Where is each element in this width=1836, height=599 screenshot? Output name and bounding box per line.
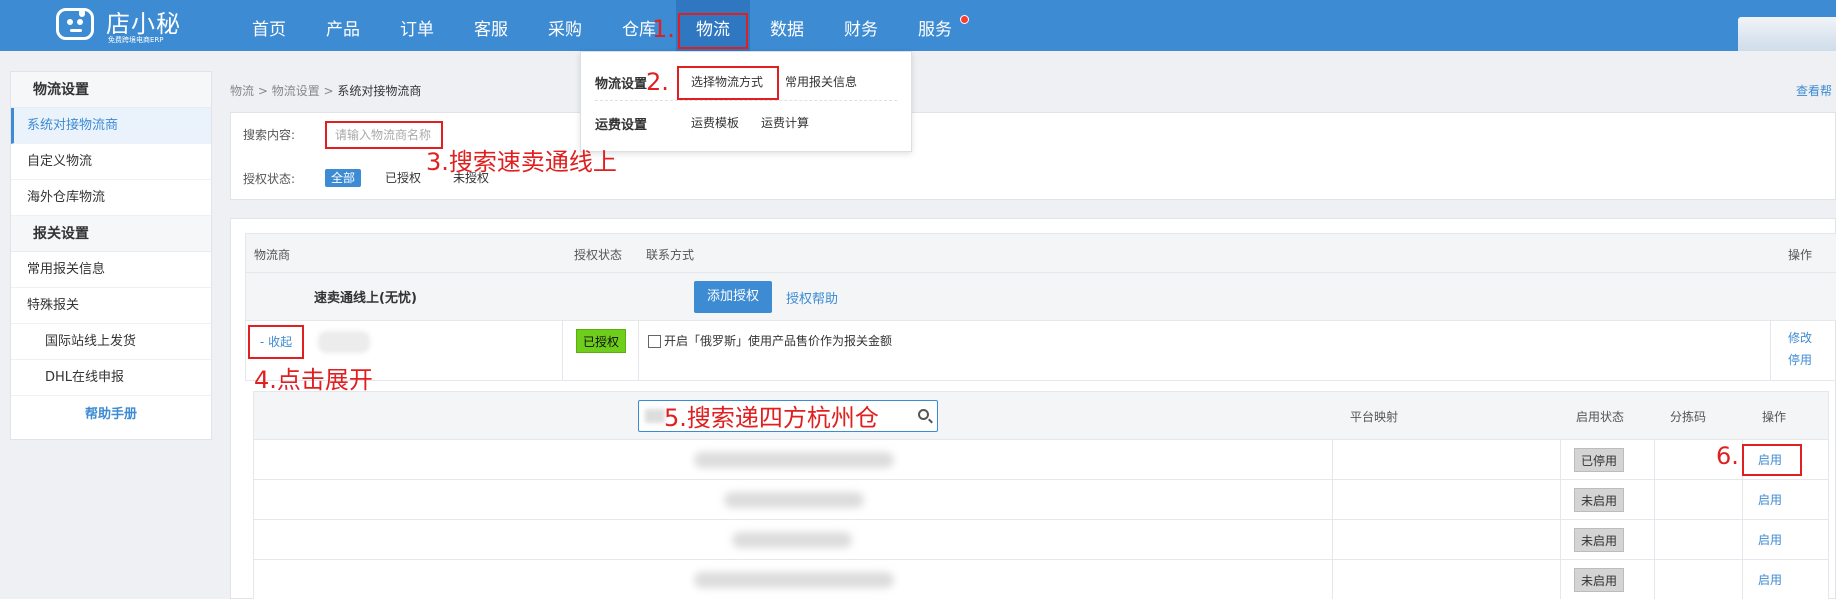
status-badge: 未启用	[1574, 488, 1625, 512]
annotation-box-enable	[1742, 444, 1802, 476]
robot-icon	[56, 8, 94, 40]
nav-products[interactable]: 产品	[306, 0, 380, 51]
th-enable-state: 启用状态	[1576, 410, 1625, 424]
russia-price-checkbox[interactable]	[648, 335, 661, 348]
nav-services[interactable]: 服务	[898, 0, 972, 51]
shipping-method-panel: 平台映射 启用状态 分拣码 操作 已停用 启用 未启用 启用 未启用 启用 未启…	[253, 391, 1829, 599]
annotation-box-logistics-nav	[678, 13, 748, 49]
sidebar-item-special-customs[interactable]: 特殊报关	[11, 288, 211, 324]
th-sub-action: 操作	[1762, 410, 1787, 424]
enable-link[interactable]: 启用	[1758, 491, 1782, 508]
annotation-step3: 3.搜索速卖通线上	[426, 148, 617, 176]
sidebar-item-system-providers[interactable]: 系统对接物流商	[11, 108, 211, 144]
logo-title: 店小秘	[106, 10, 181, 38]
search-icon[interactable]	[918, 409, 929, 420]
view-help-link[interactable]: 查看帮	[1796, 82, 1832, 99]
auth-filter-all[interactable]: 全部	[325, 169, 362, 187]
breadcrumb-logistics[interactable]: 物流	[230, 84, 254, 98]
auth-filter-authorized[interactable]: 已授权	[379, 169, 427, 187]
annotation-step1: 1.	[652, 15, 675, 43]
collapse-toggle[interactable]: - 收起	[248, 325, 304, 359]
menu-item-customs-info[interactable]: 常用报关信息	[785, 73, 857, 90]
app-logo[interactable]: 店小秘 免费跨境电商ERP	[52, 2, 182, 48]
provider-table-panel: 物流商 授权状态 联系方式 操作 速卖通线上(无忧) 添加授权 授权帮助 - 收…	[230, 218, 1836, 599]
add-auth-button[interactable]: 添加授权	[694, 281, 772, 313]
th-provider: 物流商	[254, 248, 291, 262]
sidebar-item-custom-logistics[interactable]: 自定义物流	[11, 144, 211, 180]
table-row: 未启用 启用	[254, 520, 1828, 560]
russia-price-label: 开启「俄罗斯」使用产品售价作为报关金额	[664, 334, 893, 348]
search-label: 搜索内容:	[243, 128, 296, 142]
account-row: - 收起 已授权 开启「俄罗斯」使用产品售价作为报关金额 修改 停用	[245, 321, 1836, 381]
sub-table-header: 平台映射 启用状态 分拣码 操作	[254, 392, 1828, 440]
th-contact: 联系方式	[646, 248, 695, 262]
sidebar-item-overseas-warehouse[interactable]: 海外仓库物流	[11, 180, 211, 216]
annotation-step4: 4.点击展开	[254, 366, 373, 394]
table-row: 已停用 启用	[254, 440, 1828, 480]
account-name-blurred	[318, 331, 370, 353]
sidebar-item-customs-info[interactable]: 常用报关信息	[11, 252, 211, 288]
sidebar-help-manual[interactable]: 帮助手册	[11, 396, 211, 434]
notification-dot-icon	[960, 15, 969, 24]
nav-purchasing[interactable]: 采购	[528, 0, 602, 51]
method-name-blurred	[694, 452, 894, 468]
method-name-blurred	[724, 492, 864, 508]
breadcrumb-sep: >	[319, 84, 338, 98]
nav-home[interactable]: 首页	[232, 0, 306, 51]
top-navbar: 店小秘 免费跨境电商ERP 首页 产品 订单 客服 采购 仓库 物流 数据 财务…	[0, 0, 1836, 51]
annotation-step5: 5.搜索递四方杭州仓	[664, 404, 879, 432]
main-nav: 首页 产品 订单 客服 采购 仓库 物流 数据 财务 服务	[232, 0, 972, 51]
annotation-step2: 2.	[646, 68, 669, 96]
th-sort-code: 分拣码	[1670, 410, 1707, 424]
sidebar-item-dhl[interactable]: DHL在线申报	[11, 360, 211, 396]
table-row: 未启用 启用	[254, 480, 1828, 520]
logo-subtitle: 免费跨境电商ERP	[108, 36, 164, 44]
th-action: 操作	[1788, 248, 1813, 262]
annotation-step6: 6.	[1716, 442, 1739, 470]
nav-customer-service[interactable]: 客服	[454, 0, 528, 51]
th-auth-status: 授权状态	[574, 248, 623, 262]
th-platform-map: 平台映射	[1350, 410, 1399, 424]
auth-help-link[interactable]: 授权帮助	[786, 288, 838, 307]
status-badge: 未启用	[1574, 568, 1625, 592]
menu-item-freight-template[interactable]: 运费模板	[691, 114, 739, 131]
sidebar: 物流设置 系统对接物流商 自定义物流 海外仓库物流 报关设置 常用报关信息 特殊…	[10, 71, 212, 440]
nav-data[interactable]: 数据	[750, 0, 824, 51]
menu-item-freight-calc[interactable]: 运费计算	[761, 114, 809, 131]
user-area[interactable]	[1738, 17, 1836, 51]
breadcrumb: 物流 > 物流设置 > 系统对接物流商	[230, 82, 421, 99]
annotation-box-select-method	[677, 66, 779, 100]
breadcrumb-current: 系统对接物流商	[337, 84, 422, 98]
enable-link[interactable]: 启用	[1758, 531, 1782, 548]
nav-finance[interactable]: 财务	[824, 0, 898, 51]
disable-link[interactable]: 停用	[1788, 351, 1812, 368]
table-header: 物流商 授权状态 联系方式 操作	[245, 233, 1836, 273]
nav-orders[interactable]: 订单	[380, 0, 454, 51]
method-name-blurred	[694, 572, 894, 588]
provider-search-input[interactable]: 请输入物流商名称	[325, 121, 443, 149]
table-row: 未启用 启用	[254, 560, 1828, 599]
logistics-dropdown-menu: 物流设置 选择物流方式 常用报关信息 运费设置 运费模板 运费计算	[580, 51, 912, 152]
status-badge: 已停用	[1574, 448, 1625, 472]
authorized-badge: 已授权	[576, 329, 627, 353]
auth-status-label: 授权状态:	[243, 172, 296, 186]
enable-link[interactable]: 启用	[1758, 571, 1782, 588]
provider-name: 速卖通线上(无忧)	[314, 291, 417, 306]
breadcrumb-settings[interactable]: 物流设置	[272, 84, 320, 98]
sidebar-item-intl-station[interactable]: 国际站线上发货	[11, 324, 211, 360]
breadcrumb-sep: >	[254, 84, 272, 98]
provider-row: 速卖通线上(无忧) 添加授权 授权帮助	[245, 273, 1836, 321]
sidebar-section-logistics: 物流设置	[11, 72, 211, 108]
method-name-blurred	[732, 532, 852, 548]
sidebar-section-customs: 报关设置	[11, 216, 211, 252]
dd-group-freight: 运费设置	[595, 118, 648, 133]
status-badge: 未启用	[1574, 528, 1625, 552]
edit-link[interactable]: 修改	[1788, 329, 1812, 346]
dd-group-logistics: 物流设置	[595, 77, 648, 92]
